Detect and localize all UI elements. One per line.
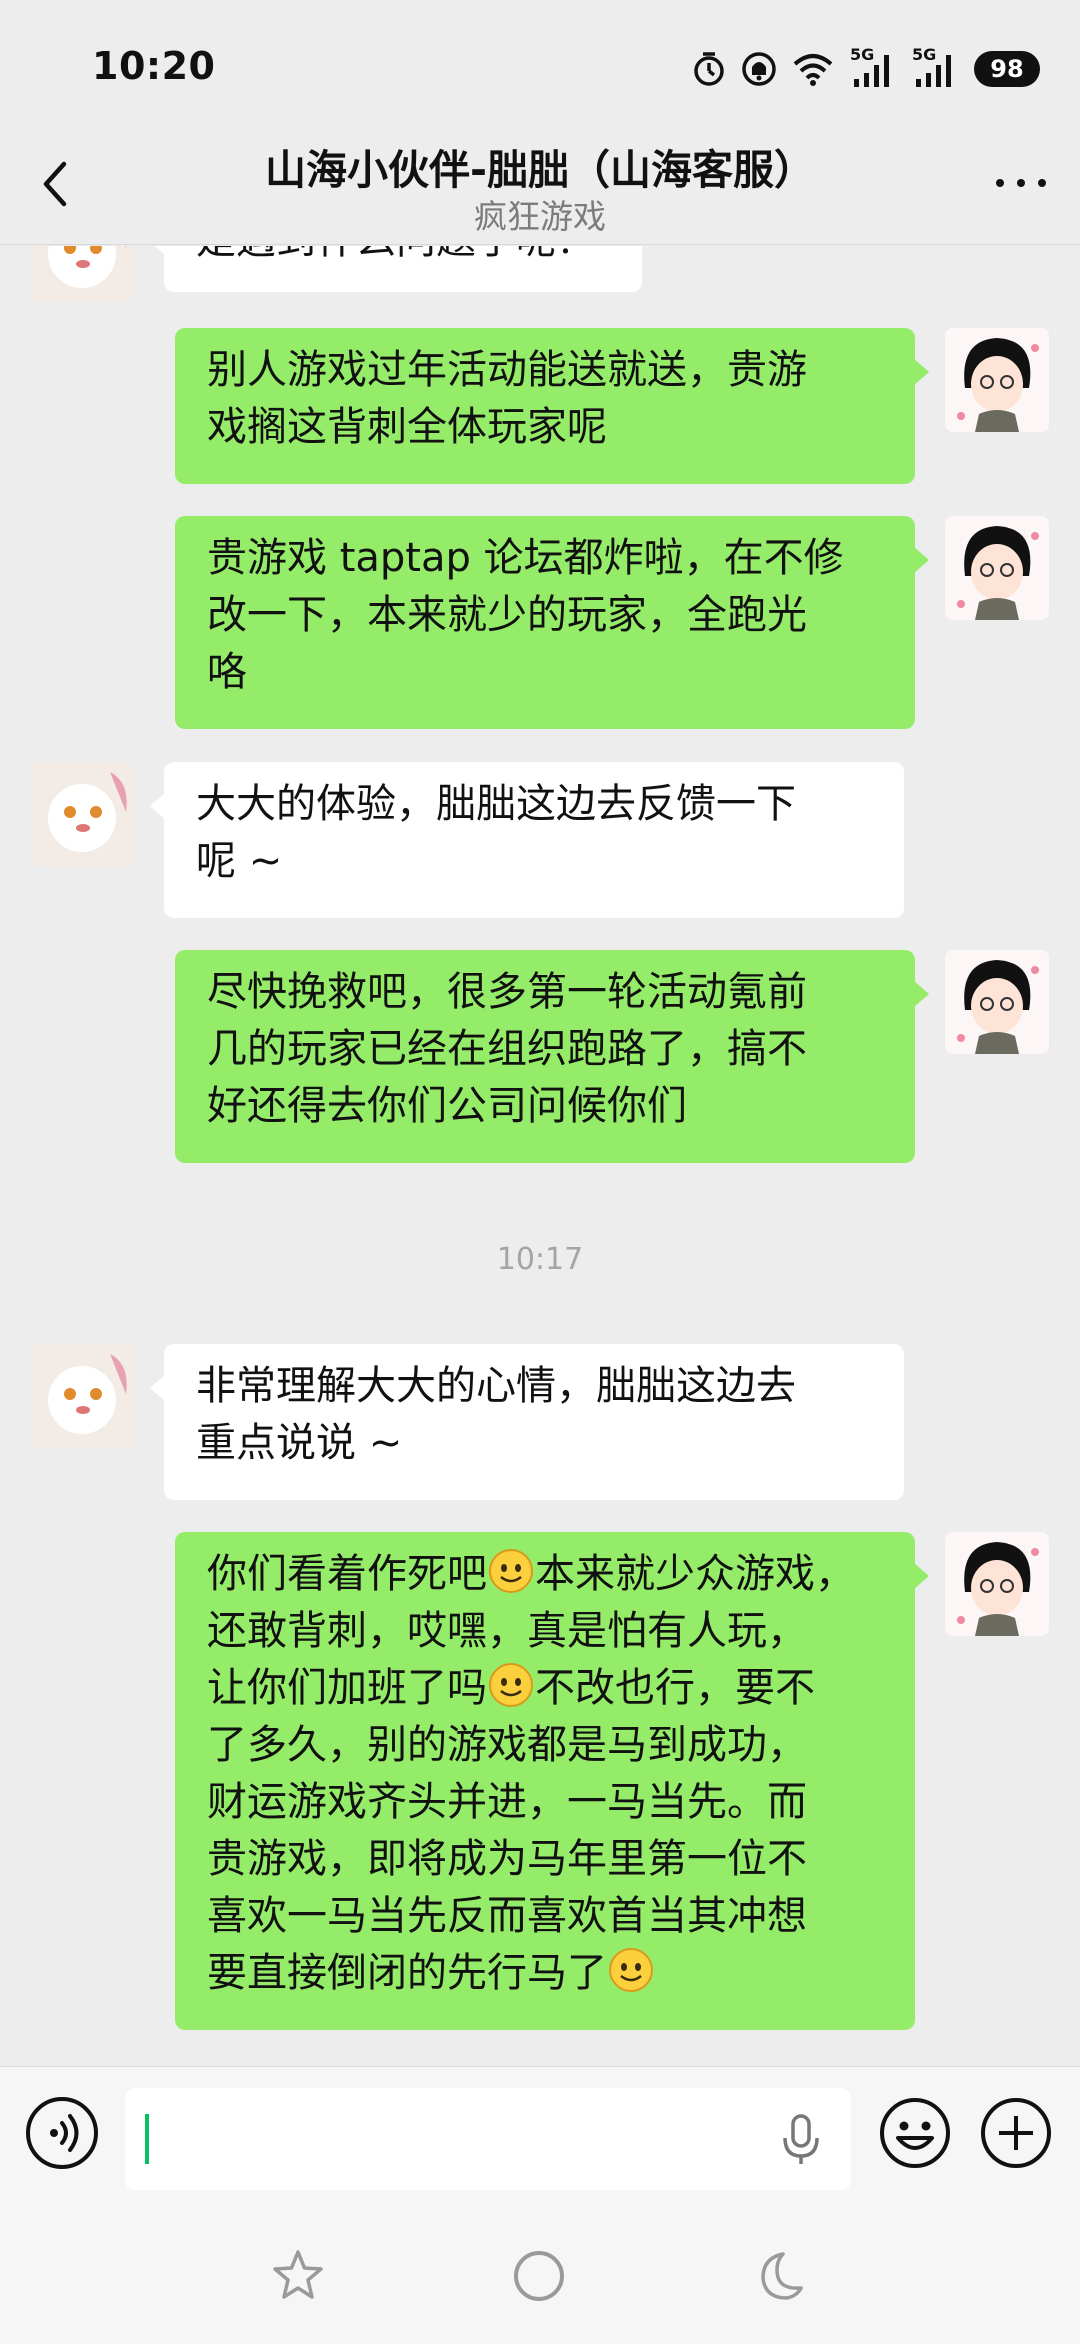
- message-line: 喜欢一马当先反而喜欢首当其冲想: [207, 1893, 807, 1939]
- more-options-button[interactable]: [996, 168, 1046, 198]
- message-line: 几的玩家已经在组织跑路了，搞不: [207, 1026, 807, 1072]
- back-button[interactable]: [36, 156, 76, 212]
- incoming-message[interactable]: 是遇到什么问题了呢？: [150, 246, 642, 292]
- message-line: 重点说说 ~: [196, 1420, 403, 1466]
- message-line: 大大的体验，朏朏这边去反馈一下: [196, 781, 796, 827]
- cs-avatar[interactable]: [30, 1344, 134, 1448]
- message-line: 财运游戏齐头并进，一马当先。而: [207, 1779, 807, 1825]
- message-text: 本来就少众游戏，: [535, 1551, 855, 1597]
- status-time: 10:20: [92, 44, 216, 88]
- signal-5g-icon: 5G: [912, 45, 958, 89]
- microphone-button[interactable]: [779, 2114, 823, 2166]
- message-line: 了多久，别的游戏都是马到成功，: [207, 1722, 807, 1768]
- battery-icon: 98: [974, 51, 1040, 87]
- text-caret: [145, 2114, 149, 2164]
- chat-input-bar: [0, 2066, 1080, 2196]
- message-line: 尽快挽救吧，很多第一轮活动氪前: [207, 969, 807, 1015]
- message-line: 别人游戏过年活动能送就送，贵游: [207, 347, 807, 393]
- message-line: 贵游戏 taptap 论坛都炸啦，在不修: [207, 535, 844, 581]
- cs-avatar[interactable]: [30, 762, 134, 866]
- favorites-nav-button[interactable]: [268, 2246, 328, 2306]
- message-line: 好还得去你们公司问候你们: [207, 1083, 687, 1129]
- microphone-icon: [783, 2114, 819, 2164]
- message-line: 要直接倒闭的先行马了: [207, 1945, 883, 2002]
- home-circle-icon: [514, 2251, 564, 2301]
- signal-5g-icon: 5G: [850, 45, 896, 89]
- message-input[interactable]: [125, 2088, 851, 2190]
- chat-title: 山海小伙伴-朏朏（山海客服）: [264, 146, 815, 194]
- more-dot: [1017, 179, 1025, 187]
- my-avatar[interactable]: [945, 1532, 1049, 1636]
- outgoing-message[interactable]: 尽快挽救吧，很多第一轮活动氪前 几的玩家已经在组织跑路了，搞不 好还得去你们公司…: [175, 950, 929, 1163]
- message-line: 是遇到什么问题了呢？: [196, 246, 610, 269]
- more-dot: [1038, 179, 1046, 187]
- home-nav-button[interactable]: [509, 2246, 569, 2306]
- smile-emoji-icon: [489, 1663, 533, 1707]
- message-line: 呢 ~: [196, 838, 283, 884]
- outgoing-message[interactable]: 贵游戏 taptap 论坛都炸啦，在不修 改一下，本来就少的玩家，全跑光 咯: [175, 516, 929, 729]
- message-line: 你们看着作死吧 本来就少众游戏，: [207, 1546, 883, 1603]
- message-timestamp: 10:17: [496, 1242, 584, 1277]
- plus-circle-icon: [981, 2098, 1051, 2168]
- message-line: 让你们加班了吗 不改也行，要不: [207, 1660, 883, 1717]
- more-functions-button[interactable]: [979, 2096, 1053, 2170]
- message-text: 要直接倒闭的先行马了: [207, 1950, 607, 1996]
- message-line: 改一下，本来就少的玩家，全跑光: [207, 592, 807, 638]
- my-avatar[interactable]: [945, 516, 1049, 620]
- moon-icon: [761, 2252, 803, 2300]
- chat-header: 山海小伙伴-朏朏（山海客服） 疯狂游戏: [0, 130, 1080, 245]
- wifi-icon: [793, 54, 833, 86]
- more-dots-icon: [996, 179, 1004, 187]
- message-line: 非常理解大大的心情，朏朏这边去: [196, 1363, 796, 1409]
- message-text: 你们看着作死吧: [207, 1551, 487, 1597]
- message-text: 不改也行，要不: [535, 1665, 815, 1711]
- status-icons: 5G 5G 98: [692, 45, 1040, 90]
- cs-avatar[interactable]: [30, 246, 134, 302]
- night-mode-nav-button[interactable]: [749, 2246, 809, 2306]
- system-navigation-bar: [0, 2196, 1080, 2344]
- incoming-message[interactable]: 大大的体验，朏朏这边去反馈一下 呢 ~: [150, 762, 904, 918]
- emoji-button[interactable]: [878, 2096, 952, 2170]
- message-line: 还敢背刺，哎嘿，真是怕有人玩，: [207, 1608, 807, 1654]
- alarm-icon: [694, 52, 724, 86]
- message-line: 戏搁这背刺全体玩家呢: [207, 404, 607, 450]
- star-icon: [273, 2250, 323, 2299]
- message-text: 让你们加班了吗: [207, 1665, 487, 1711]
- voice-input-icon: [50, 2114, 79, 2152]
- incoming-message[interactable]: 非常理解大大的心情，朏朏这边去 重点说说 ~: [150, 1344, 904, 1500]
- voice-mode-button[interactable]: [26, 2097, 98, 2169]
- outgoing-message[interactable]: 你们看着作死吧 本来就少众游戏， 还敢背刺，哎嘿，真是怕有人玩， 让你们加班了吗 不…: [175, 1532, 929, 2030]
- smile-emoji-icon: [489, 1549, 533, 1593]
- outgoing-message[interactable]: 别人游戏过年活动能送就送，贵游 戏搁这背刺全体玩家呢: [175, 328, 929, 484]
- message-list[interactable]: 是遇到什么问题了呢？ 别人游戏过年活动能送就送，贵游 戏搁这背刺全体玩家呢 贵游…: [0, 246, 1080, 2066]
- my-avatar[interactable]: [945, 950, 1049, 1054]
- message-line: 贵游戏，即将成为马年里第一位不: [207, 1836, 807, 1882]
- chevron-left-icon: [43, 161, 67, 207]
- message-line: 咯: [207, 649, 247, 695]
- chat-subtitle: 疯狂游戏: [474, 197, 606, 236]
- notification-bell-icon: [742, 52, 776, 86]
- my-avatar[interactable]: [945, 328, 1049, 432]
- emoji-icon: [880, 2098, 950, 2168]
- status-bar: 10:20 5G 5G 98: [0, 0, 1080, 130]
- smile-emoji-icon: [609, 1948, 653, 1992]
